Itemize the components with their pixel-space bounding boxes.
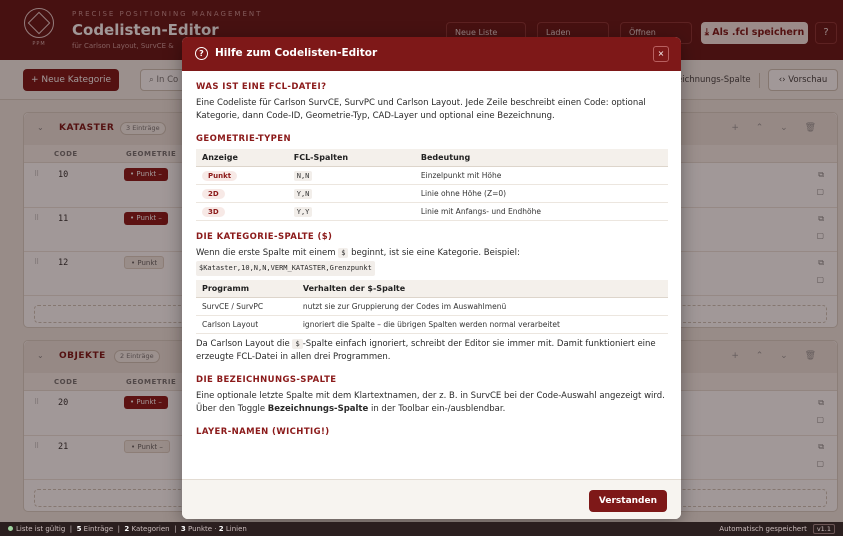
section-title: GEOMETRIE-TYPEN [196,134,291,144]
status-left: Liste ist gültig | 5 Einträge | 2 Katego… [8,522,247,536]
status-right: Automatisch gespeichert v1.1 [719,522,835,536]
table-row: 3D Y,Y Linie mit Anfangs- und Endhöhe [196,202,668,221]
confirm-button[interactable]: Verstanden [588,490,667,512]
section-title: DIE KATEGORIE-SPALTE ($) [196,232,333,242]
section-title: DIE BEZEICHNUNGS-SPALTE [196,375,337,385]
valid-indicator-icon [8,526,13,531]
dialog-title: Hilfe zum Codelisten-Editor [215,47,378,59]
section-title: WAS IST EINE FCL-DATEI? [196,82,327,92]
section-text: Eine Codeliste für Carlson SurvCE, SurvP… [196,98,646,121]
geometry-pill: Punkt [202,170,238,181]
help-dialog: ? Hilfe zum Codelisten-Editor × WAS IST … [182,37,681,519]
program-behavior-table: Programm Verhalten der $-Spalte SurvCE /… [196,280,668,334]
code-example: $Kataster,10,N,N,VERM_KATASTER,Grenzpunk… [196,261,375,276]
section-text: Wenn die erste Spalte mit einem $ beginn… [196,247,668,276]
status-bar: Liste ist gültig | 5 Einträge | 2 Katego… [0,522,843,536]
geometry-pill: 3D [202,206,225,217]
table-row: Carlson Layout ignoriert die Spalte – di… [196,315,668,334]
section-title: LAYER-NAMEN (WICHTIG!) [196,427,330,437]
geometry-types-table: Anzeige FCL-Spalten Bedeutung Punkt N,N … [196,149,668,221]
section-text: Eine optionale letzte Spalte mit dem Kla… [196,391,665,414]
table-row: Punkt N,N Einzelpunkt mit Höhe [196,166,668,185]
section-text: Da Carlson Layout die $ -Spalte einfach i… [196,339,656,362]
table-row: SurvCE / SurvPC nutzt sie zur Gruppierun… [196,297,668,316]
close-button[interactable]: × [653,46,669,62]
dialog-header: ? Hilfe zum Codelisten-Editor × [182,37,681,71]
geometry-pill: 2D [202,188,225,199]
question-icon: ? [195,47,208,60]
dialog-footer: Verstanden [182,479,681,519]
table-row: 2D Y,N Linie ohne Höhe (Z=0) [196,184,668,203]
version-badge: v1.1 [812,524,835,534]
dialog-body[interactable]: WAS IST EINE FCL-DATEI? Eine Codeliste f… [196,82,668,478]
